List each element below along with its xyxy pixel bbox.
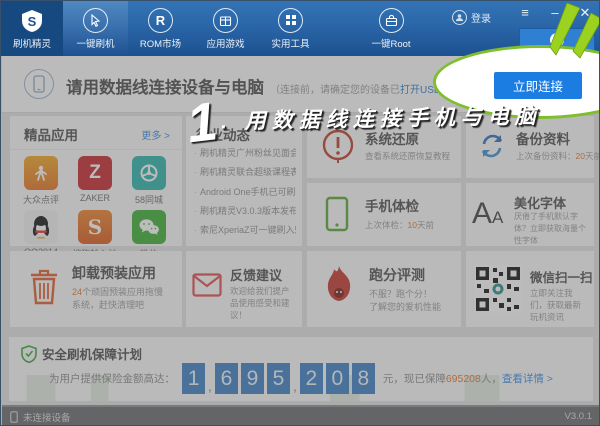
annotation-text: . 用数据线连接手机与电脑 <box>221 105 542 134</box>
shield-logo-icon: S <box>19 8 45 34</box>
login-label: 登录 <box>471 10 491 25</box>
handwritten-annotation: 1. 用数据线连接手机与电脑 <box>186 86 542 154</box>
tab-apps-games[interactable]: 应用游戏 <box>193 1 258 56</box>
tab-utilities[interactable]: 实用工具 <box>258 1 323 56</box>
gift-box-icon <box>213 8 238 33</box>
green-arrow-marks <box>544 3 600 59</box>
tab-one-key-root[interactable]: 一键Root <box>355 1 427 56</box>
app-window: S 刷机精灵 一键刷机 R ROM市场 应用游戏 实用工具 <box>0 0 600 426</box>
toolbox-icon <box>379 8 404 33</box>
logo-label: 刷机精灵 <box>13 36 51 50</box>
app-logo[interactable]: S 刷机精灵 <box>1 1 63 56</box>
user-avatar-icon <box>452 10 467 25</box>
annotation-step-number: 1 <box>183 90 220 155</box>
tab-one-key-flash[interactable]: 一键刷机 <box>63 1 128 56</box>
tab-rom-market[interactable]: R ROM市场 <box>128 1 193 56</box>
svg-text:S: S <box>28 14 37 29</box>
cursor-icon <box>83 8 108 33</box>
rom-r-icon: R <box>148 8 173 33</box>
menu-icon[interactable]: ≡ <box>517 5 533 21</box>
grid-icon <box>278 8 303 33</box>
login-button[interactable]: 登录 <box>452 10 491 25</box>
